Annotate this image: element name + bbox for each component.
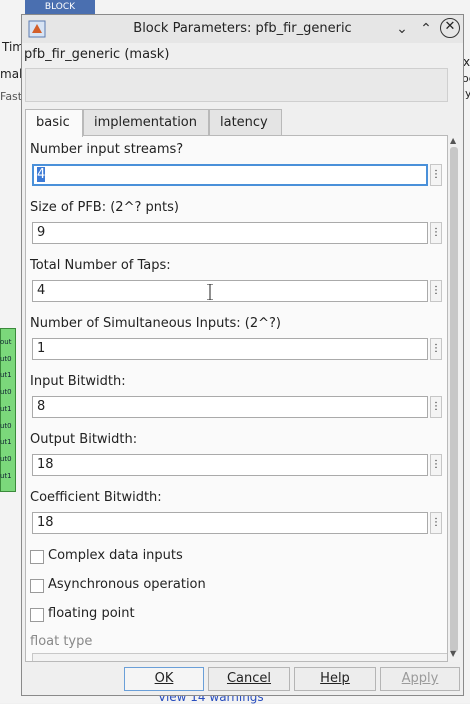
checkbox-label: floating point xyxy=(48,606,135,621)
field-input[interactable]: 8 xyxy=(32,396,428,418)
checkbox-box[interactable] xyxy=(30,608,44,622)
basic-tab-panel: Number input streams? 4 ⋮ Size of PFB: (2^?… xyxy=(25,135,448,662)
background-label-fast: Fast xyxy=(0,90,23,103)
title-bar[interactable]: Block Parameters: pfb_fir_generic ⌄ ⌃ ✕ xyxy=(22,15,463,43)
background-port-label: ut1 xyxy=(0,371,12,380)
checkbox-label: Asynchronous operation xyxy=(48,577,206,592)
help-button-label: Help xyxy=(320,671,350,686)
field-input[interactable]: 18 xyxy=(32,454,428,476)
field-value: 4 xyxy=(37,283,46,298)
kebab-menu-icon[interactable]: ⋮ xyxy=(430,512,442,534)
tab-implementation[interactable]: implementation xyxy=(83,109,209,135)
background-port-label: ut1 xyxy=(0,471,12,480)
kebab-menu-icon[interactable]: ⋮ xyxy=(430,280,442,302)
block-parameters-dialog: Block Parameters: pfb_fir_generic ⌄ ⌃ ✕ … xyxy=(21,14,464,696)
mask-label: pfb_fir_generic (mask) xyxy=(24,47,170,62)
apply-button-label: Apply xyxy=(401,671,439,686)
scroll-down-icon[interactable]: ▼ xyxy=(450,649,456,658)
checkbox-label: Complex data inputs xyxy=(48,548,183,563)
field-value: 18 xyxy=(37,515,54,530)
kebab-menu-icon[interactable]: ⋮ xyxy=(430,396,442,418)
scrollbar-thumb[interactable] xyxy=(450,147,458,652)
tab-basic[interactable]: basic xyxy=(25,109,83,137)
float-type-label: float type xyxy=(30,634,93,649)
field-label: Size of PFB: (2^? pnts) xyxy=(30,200,179,215)
checkbox-box[interactable] xyxy=(30,579,44,593)
apply-button[interactable]: Apply xyxy=(380,667,460,691)
field-value: 4 xyxy=(37,167,46,182)
field-value: 9 xyxy=(37,225,46,240)
tab-latency[interactable]: latency xyxy=(209,109,282,135)
field-input[interactable]: 18 xyxy=(32,512,428,534)
field-label: Number of Simultaneous Inputs: (2^?) xyxy=(30,316,281,331)
ok-button[interactable]: OK xyxy=(124,667,204,691)
cancel-button-label: Cancel xyxy=(226,671,272,686)
ok-button-label: OK xyxy=(154,671,174,686)
field-value: 1 xyxy=(37,341,46,356)
kebab-menu-icon[interactable]: ⋮ xyxy=(430,164,442,186)
field-label: Output Bitwidth: xyxy=(30,432,138,447)
kebab-menu-icon[interactable]: ⋮ xyxy=(430,454,442,476)
field-input[interactable]: 4 xyxy=(32,164,428,186)
field-label: Total Number of Taps: xyxy=(30,258,171,273)
mask-description-box xyxy=(25,68,448,102)
chevron-down-icon[interactable]: ⌄ xyxy=(392,19,412,39)
field-label: Number input streams? xyxy=(30,142,184,157)
background-port-label: ut0 xyxy=(0,354,12,363)
background-port-label: ut0 xyxy=(0,454,12,463)
background-port-label: ut1 xyxy=(0,404,12,413)
field-value: 18 xyxy=(37,457,54,472)
field-input[interactable]: 1 xyxy=(32,338,428,360)
background-label-x: x xyxy=(463,55,470,69)
cancel-button[interactable]: Cancel xyxy=(208,667,290,691)
field-input[interactable]: 4 xyxy=(32,280,428,302)
help-button[interactable]: Help xyxy=(294,667,376,691)
text-cursor-icon xyxy=(207,284,213,300)
field-value: 8 xyxy=(37,399,46,414)
field-label: Coefficient Bitwidth: xyxy=(30,490,162,505)
kebab-menu-icon[interactable]: ⋮ xyxy=(430,222,442,244)
field-label: Input Bitwidth: xyxy=(30,374,126,389)
background-port-label: out xyxy=(0,338,12,346)
scroll-up-icon[interactable]: ▲ xyxy=(450,136,456,145)
checkbox-box[interactable] xyxy=(30,550,44,564)
background-tab: BLOCK xyxy=(25,0,95,14)
background-port-label: ut1 xyxy=(0,438,12,447)
background-port-label: ut0 xyxy=(0,421,12,430)
float-type-select xyxy=(32,653,447,661)
kebab-menu-icon[interactable]: ⋮ xyxy=(430,338,442,360)
background-port-label: ut0 xyxy=(0,388,12,397)
close-icon[interactable]: ✕ xyxy=(440,18,460,38)
field-input[interactable]: 9 xyxy=(32,222,428,244)
background-label-mal: mal xyxy=(0,67,23,81)
chevron-up-icon[interactable]: ⌃ xyxy=(416,19,436,39)
